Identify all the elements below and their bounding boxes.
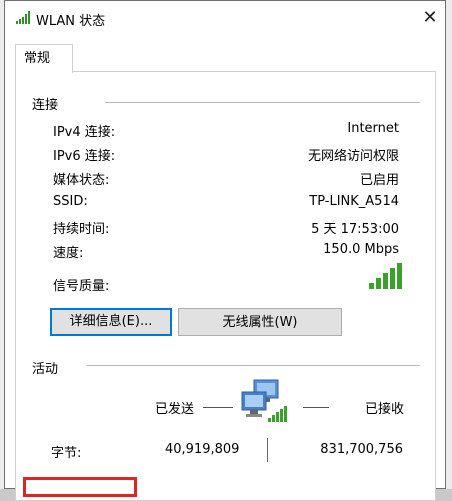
activity-separator <box>267 438 268 462</box>
signal-bar <box>383 273 388 289</box>
signal-quality-label: 信号质量: <box>53 279 110 294</box>
close-icon: ✕ <box>422 7 438 28</box>
sent-label: 已发送 <box>155 402 195 417</box>
speed-value: 150.0 Mbps <box>323 242 399 257</box>
received-line <box>303 407 329 408</box>
network-computers-icon <box>241 379 287 422</box>
media-state-value: 已启用 <box>359 173 399 188</box>
ipv4-label: IPv4 连接: <box>53 125 116 140</box>
tab-general[interactable]: 常规 <box>15 44 73 73</box>
received-label: 已接收 <box>365 402 405 417</box>
details-button[interactable]: 详细信息(E)... <box>50 308 172 336</box>
title-bar[interactable]: WLAN 状态 ✕ <box>5 1 445 35</box>
signal-bars-icon <box>369 263 402 289</box>
window-title: WLAN 状态 <box>36 14 106 29</box>
activity-heading: 活动 <box>32 362 59 377</box>
wifi-signal-icon <box>16 11 30 24</box>
sent-line <box>203 407 233 408</box>
ipv6-label: IPv6 连接: <box>53 149 116 164</box>
ipv4-value: Internet <box>347 121 399 136</box>
wlan-status-dialog: WLAN 状态 ✕ 常规 连接 IPv4 连接: Internet IPv6 连… <box>4 0 446 501</box>
highlight-box <box>23 477 137 497</box>
wireless-properties-button[interactable]: 无线属性(W) <box>178 308 342 336</box>
speed-label: 速度: <box>53 246 84 261</box>
connection-heading: 连接 <box>32 98 59 113</box>
duration-value: 5 天 17:53:00 <box>311 222 399 237</box>
activity-divider <box>87 365 420 366</box>
connection-divider <box>105 102 420 103</box>
signal-bar <box>369 283 374 289</box>
signal-bar <box>376 278 381 289</box>
media-state-label: 媒体状态: <box>53 173 110 188</box>
duration-label: 持续时间: <box>53 222 110 237</box>
signal-bar <box>397 263 402 289</box>
signal-bar <box>390 268 395 289</box>
bytes-label: 字节: <box>51 446 82 461</box>
close-button[interactable]: ✕ <box>415 1 445 35</box>
bytes-received-value: 831,700,756 <box>320 442 403 457</box>
ssid-label: SSID: <box>53 194 88 209</box>
ssid-value: TP-LINK_A514 <box>309 194 399 209</box>
ipv6-value: 无网络访问权限 <box>307 149 399 164</box>
bytes-sent-value: 40,919,809 <box>165 442 240 457</box>
